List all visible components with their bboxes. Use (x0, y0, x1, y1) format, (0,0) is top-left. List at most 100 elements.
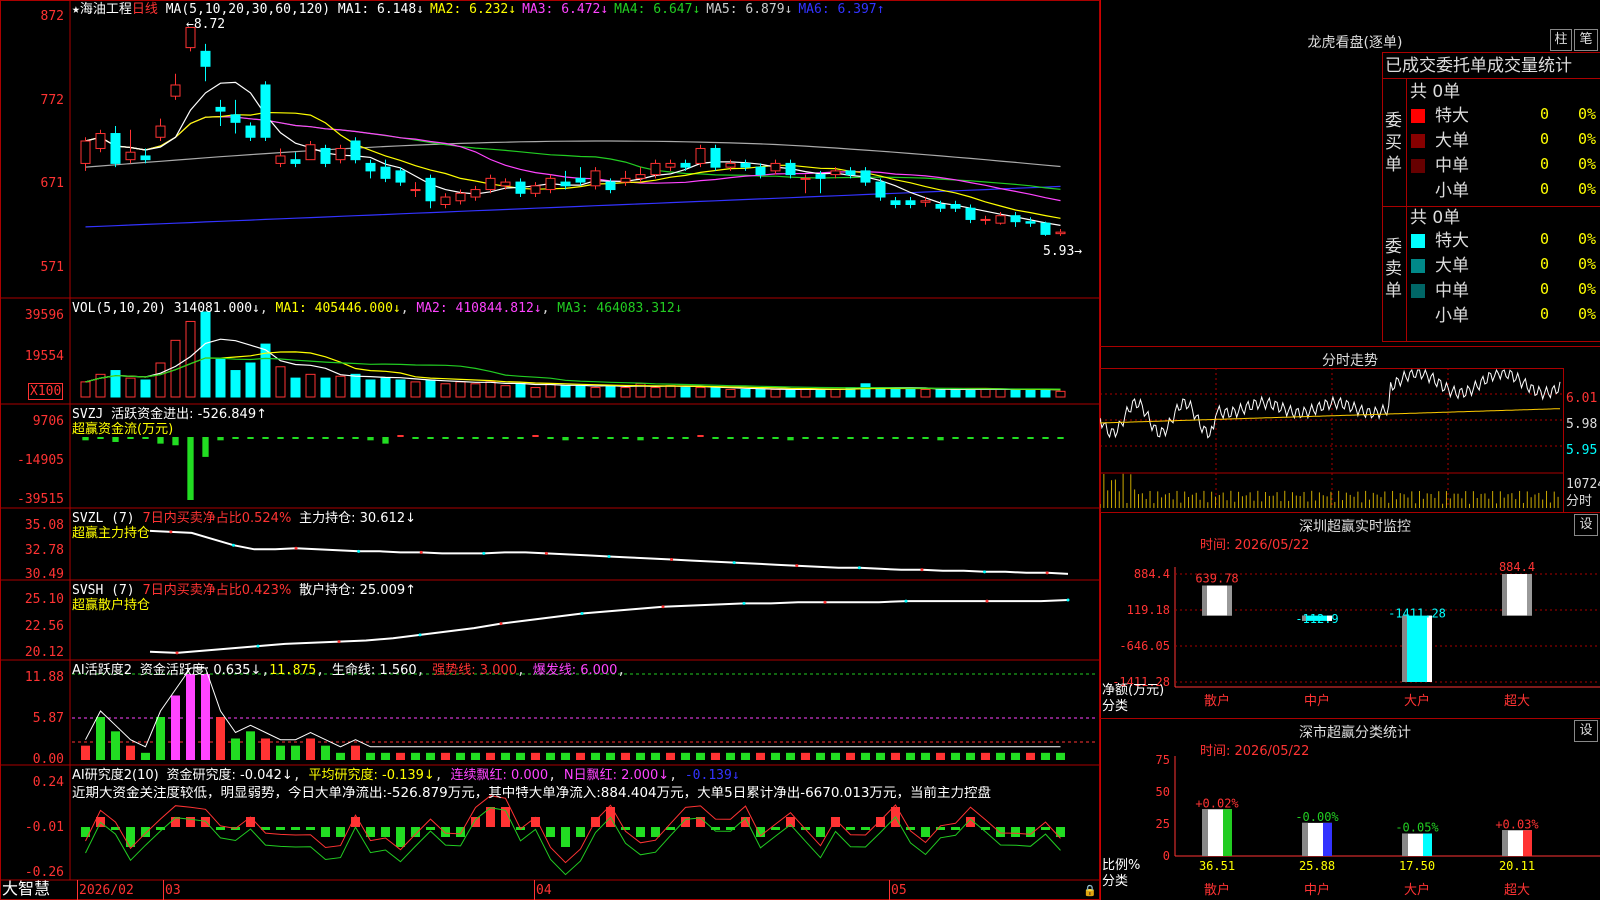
monitor-ytick: 119.18 (1127, 603, 1170, 617)
candle-body (410, 189, 421, 192)
candle-body (515, 181, 526, 194)
activity-bar (456, 752, 465, 760)
vol-ma1: MA1: 405446.000↓ (275, 301, 401, 316)
ma4-line (85, 115, 1061, 190)
activity-bar (606, 752, 615, 760)
volume-bar (470, 383, 481, 398)
activity-bar (636, 752, 645, 760)
activity-bar (756, 752, 765, 760)
volume-bar (275, 366, 286, 398)
research-bar (681, 817, 690, 827)
research-bar (621, 827, 630, 830)
fund-flow-bar (427, 437, 434, 439)
activity-bar (276, 745, 285, 760)
activity-bar (591, 752, 600, 760)
volume-bar (860, 383, 871, 398)
candle-body (725, 162, 736, 168)
fund-flow-bar (442, 437, 449, 439)
app-logo[interactable]: 大智慧 (2, 881, 50, 897)
lock-icon[interactable]: 🔒 (1083, 883, 1097, 898)
svzl-ytick: 30.49 (24, 567, 64, 582)
ma-value-6: MA6: 6.397↑ (798, 2, 885, 17)
candle-body (290, 159, 301, 164)
class-bar-color (1323, 822, 1332, 856)
class-bar-color (1223, 809, 1232, 856)
sell-name: 大单 (1435, 256, 1469, 276)
star-icon[interactable]: ★ (72, 2, 80, 17)
svzj-subtitle: 超赢资金流(万元) (72, 422, 174, 437)
retail-holding-chart (149, 598, 1070, 655)
activity-bar (681, 752, 690, 760)
candle-body (170, 84, 181, 97)
class-ytick: 25 (1156, 817, 1170, 831)
candle-body (200, 50, 211, 67)
candle-body (800, 177, 811, 180)
svzl-net: 7日内买卖净占比0.524% (142, 511, 292, 526)
research-bar (396, 827, 405, 847)
monitor-bar-shade (1402, 615, 1407, 682)
price-ytick: 671 (40, 176, 64, 191)
fund-flow-bar (202, 437, 209, 457)
volume-bar (785, 388, 796, 398)
fund-flow-bar (772, 437, 779, 439)
sell-order-label: 委卖单 (1385, 237, 1402, 301)
candle-body (905, 200, 916, 206)
volume-bar (920, 388, 931, 398)
vol-title: VOL(5,10,20) (72, 301, 166, 316)
ai-research-e: -0.139↓ (684, 768, 740, 783)
svsh-title: SVSH (7) (72, 583, 135, 598)
candle-body (980, 218, 991, 221)
svsh-ytick: 20.12 (24, 645, 64, 660)
ai-research-c: 连续飘红: 0.000 (450, 768, 549, 783)
research-bar (441, 827, 450, 837)
class-ytick: 0 (1163, 849, 1170, 863)
intraday-vol-label: 10724 (1566, 477, 1600, 492)
volume-bar (560, 385, 571, 398)
intraday-title: 分时走势 (1322, 353, 1378, 369)
candle-body (110, 133, 121, 164)
class-value-label: 25.88 (1299, 859, 1335, 873)
lhb-divider (1382, 206, 1600, 207)
ai-research-header: AI研究度2(10) 资金研究度: -0.042↓, 平均研究度: -0.139… (72, 768, 740, 783)
monitor-bar-shade (1502, 574, 1507, 616)
fund-flow-bar (382, 437, 389, 444)
volume-bar (935, 388, 946, 398)
fund-flow-bar (742, 437, 749, 439)
research-bar (561, 827, 570, 847)
bar-mode-button[interactable]: 柱 (1550, 29, 1572, 51)
monitor-value-label: 639.78 (1195, 572, 1238, 586)
main-chart-area[interactable] (0, 0, 1100, 900)
stock-name[interactable]: 海油工程 (80, 2, 132, 17)
monitor-ytick: -646.05 (1119, 639, 1170, 653)
activity-bar (951, 752, 960, 760)
activity-bar (111, 731, 120, 760)
research-bar (921, 827, 930, 837)
period-label[interactable]: 日线 (132, 2, 158, 17)
buy-count: 0 (1540, 180, 1550, 198)
svzl-ytick: 32.78 (24, 543, 64, 558)
fund-flow-bar (352, 437, 359, 439)
fund-flow-bar (682, 437, 689, 439)
candle-body (740, 162, 751, 168)
candle-body (1040, 222, 1051, 235)
activity-bar (351, 745, 360, 760)
main-holding-line (149, 529, 1069, 575)
volume-bar (905, 388, 916, 398)
candlestick-chart (80, 26, 1066, 236)
fund-flow-bar (1027, 437, 1034, 439)
fund-flow-bar (937, 437, 944, 441)
sell-count: 0 (1540, 255, 1550, 273)
fund-flow-bar (517, 437, 524, 439)
sell-pct: 0% (1578, 255, 1597, 273)
vol-ytick: 39596 (24, 308, 64, 323)
intraday-chart[interactable] (1100, 368, 1600, 514)
fund-flow-bar (157, 437, 164, 444)
activity-bar (666, 752, 675, 760)
retail-holding-line-dot (175, 651, 179, 655)
research-bar (576, 827, 585, 837)
research-bar (141, 827, 150, 837)
tick-mode-button[interactable]: 笔 (1574, 29, 1598, 51)
fund-flow-bar (577, 437, 584, 439)
fund-flow-bar (487, 437, 494, 439)
vol-unit[interactable]: X100 (28, 383, 64, 400)
